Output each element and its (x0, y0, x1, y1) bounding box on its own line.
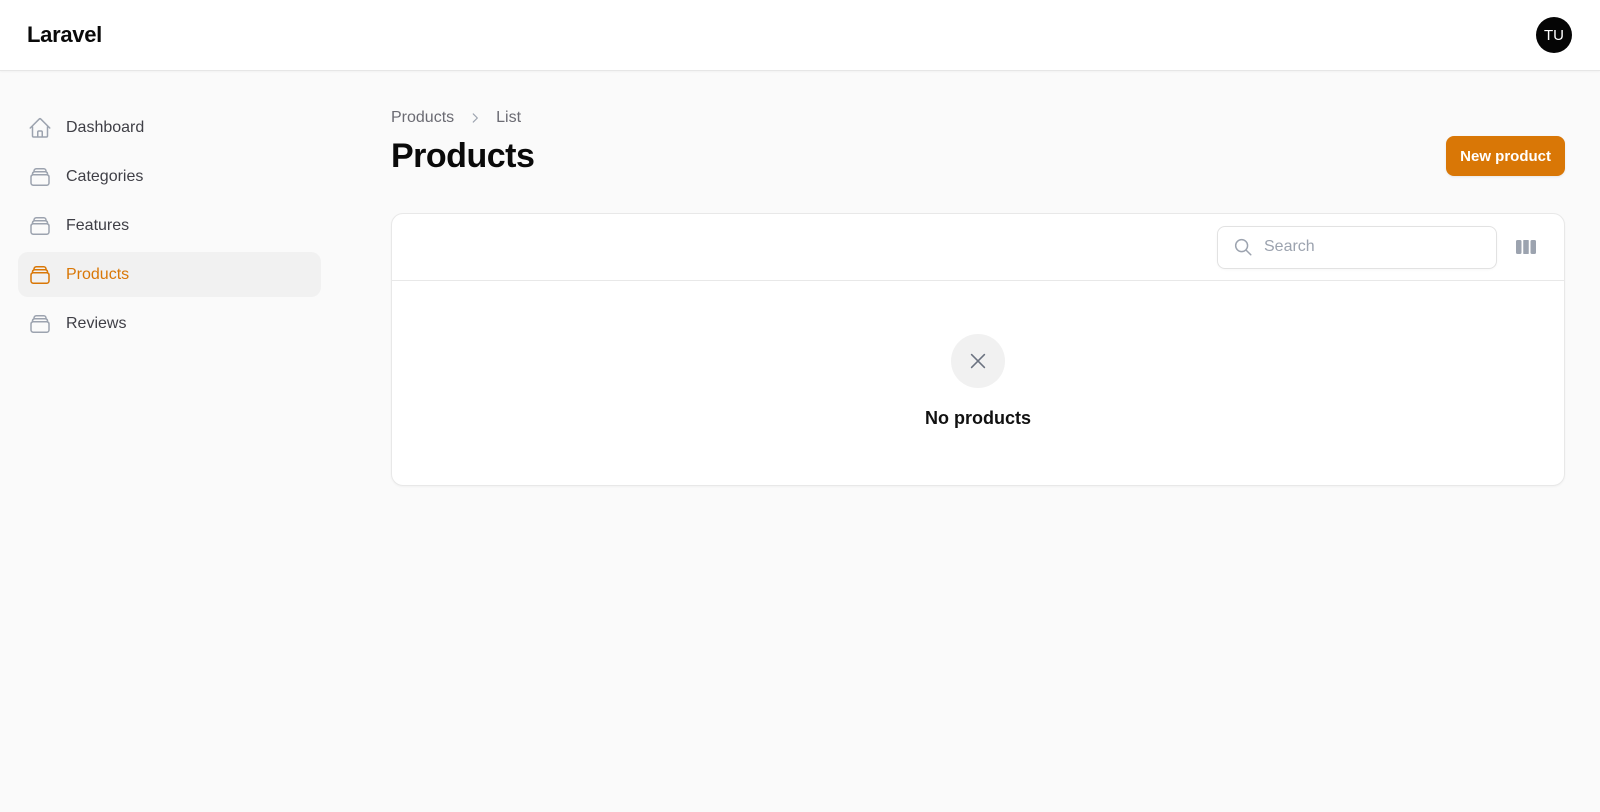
main-content: Products List Products New product Searc… (391, 100, 1565, 486)
search-input[interactable] (1264, 238, 1484, 256)
search-icon (1232, 236, 1254, 258)
products-table: No products (391, 213, 1565, 486)
search-field[interactable] (1217, 225, 1497, 269)
table-toolbar (392, 214, 1564, 281)
sidebar-item-products[interactable]: Products (18, 252, 321, 297)
empty-state-icon-wrapper (951, 334, 1005, 388)
x-mark-icon (967, 350, 989, 372)
rectangle-stack-icon (28, 214, 52, 238)
rectangle-stack-icon (28, 312, 52, 336)
sidebar-item-label: Features (66, 216, 130, 234)
sidebar-item-label: Reviews (66, 314, 127, 332)
sidebar-item-label: Categories (66, 167, 144, 185)
user-avatar[interactable]: TU (1536, 17, 1572, 53)
sidebar-item-features[interactable]: Features (18, 203, 321, 248)
sidebar-item-reviews[interactable]: Reviews (18, 301, 321, 346)
view-columns-icon (1515, 238, 1537, 256)
sidebar-item-dashboard[interactable]: Dashboard (18, 105, 321, 150)
breadcrumb: Products List (391, 100, 1565, 136)
sidebar-item-categories[interactable]: Categories (18, 154, 321, 199)
breadcrumb-item-products[interactable]: Products (391, 109, 454, 127)
rectangle-stack-icon (28, 165, 52, 189)
empty-state-title: No products (925, 408, 1031, 428)
empty-state: No products (392, 281, 1564, 429)
sidebar-item-label: Products (66, 265, 130, 283)
brand-logo[interactable]: Laravel (27, 22, 102, 48)
page-title: Products (391, 136, 535, 175)
breadcrumb-item-list: List (496, 109, 522, 126)
page-header: Products New product (391, 136, 1565, 176)
rectangle-stack-icon (28, 263, 52, 287)
top-bar: Laravel TU (0, 0, 1600, 71)
new-product-button[interactable]: New product (1446, 136, 1565, 176)
column-toggle-button[interactable] (1514, 235, 1538, 259)
home-icon (28, 116, 52, 140)
sidebar: Dashboard Categories Features Products R… (18, 105, 321, 350)
chevron-right-icon (468, 111, 482, 125)
sidebar-item-label: Dashboard (66, 118, 145, 136)
